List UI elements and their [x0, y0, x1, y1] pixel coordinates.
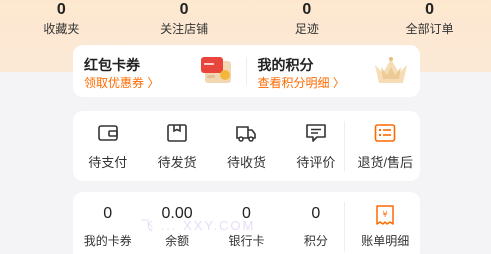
order-label: 待评价	[296, 155, 336, 170]
wallet-label: 我的卡券	[83, 234, 132, 248]
divider	[344, 121, 345, 171]
red-packet-icon	[201, 57, 231, 83]
promo-card: 红包卡券 领取优惠券 〉 我的积分 查看积分明细 〉	[73, 45, 420, 97]
order-to-pay[interactable]: 待支付	[73, 111, 142, 181]
wallet-value: 0	[311, 205, 321, 222]
bill-icon: ¥	[376, 205, 394, 225]
stat-label: 收藏夹	[43, 22, 80, 36]
order-label: 退货/售后	[357, 155, 414, 170]
box-icon	[167, 124, 187, 142]
stat-footprints[interactable]: 0 足迹	[246, 0, 369, 38]
wallet-value: 0.00	[161, 205, 193, 222]
wallet-card: 0 我的卡券 0.00 余额 0 银行卡 0 积分 ¥ 账单明细	[73, 192, 420, 254]
wallet-label: 银行卡	[228, 234, 265, 248]
my-coupons[interactable]: 0 我的卡券	[73, 192, 142, 254]
stat-value: 0	[425, 1, 435, 18]
promo-title: 我的积分	[257, 57, 314, 73]
balance[interactable]: 0.00 余额	[142, 192, 211, 254]
my-points[interactable]: 我的积分 查看积分明细 〉	[247, 45, 421, 97]
order-returns-aftersales[interactable]: 退货/售后	[351, 111, 420, 181]
svg-text:¥: ¥	[383, 210, 388, 219]
divider	[344, 202, 345, 252]
list-icon	[374, 124, 396, 142]
order-to-ship[interactable]: 待发货	[142, 111, 211, 181]
order-label: 待支付	[88, 155, 128, 170]
bill-details[interactable]: ¥ 账单明细	[351, 192, 420, 254]
stat-value: 0	[56, 1, 66, 18]
stat-label: 全部订单	[405, 22, 454, 36]
order-to-receive[interactable]: 待收货	[212, 111, 281, 181]
comment-icon	[306, 124, 326, 142]
order-label: 待发货	[157, 155, 197, 170]
get-coupons-link[interactable]: 领取优惠券 〉	[84, 74, 159, 91]
stat-favorites[interactable]: 0 收藏夹	[0, 0, 123, 38]
stat-label: 足迹	[294, 22, 319, 36]
wallet-label: 积分	[303, 234, 328, 248]
wallet-value: 0	[242, 205, 251, 222]
wallet-value: 0	[103, 205, 113, 222]
bank-cards[interactable]: 0 银行卡	[212, 192, 281, 254]
order-label: 待收货	[226, 155, 266, 170]
crown-icon	[374, 57, 407, 83]
order-status-card: 待支付 待发货 待收货 待评价 退货/售后	[73, 111, 420, 181]
view-points-link[interactable]: 查看积分明细 〉	[258, 74, 345, 91]
stat-followed-shops[interactable]: 0 关注店铺	[123, 0, 246, 38]
order-to-review[interactable]: 待评价	[281, 111, 350, 181]
promo-title: 红包卡券	[84, 57, 140, 73]
red-packet-coupons[interactable]: 红包卡券 领取优惠券 〉	[73, 45, 247, 97]
wallet-label: 余额	[165, 234, 190, 248]
stat-label: 关注店铺	[160, 22, 209, 36]
wallet-label: 账单明细	[361, 234, 410, 248]
stats-row: 0 收藏夹 0 关注店铺 0 足迹 0 全部订单	[0, 0, 491, 38]
truck-icon	[236, 126, 257, 142]
stat-value: 0	[179, 1, 189, 18]
stat-value: 0	[302, 1, 312, 18]
points[interactable]: 0 积分	[281, 192, 350, 254]
stat-all-orders[interactable]: 0 全部订单	[368, 0, 491, 38]
wallet-icon	[97, 125, 118, 141]
